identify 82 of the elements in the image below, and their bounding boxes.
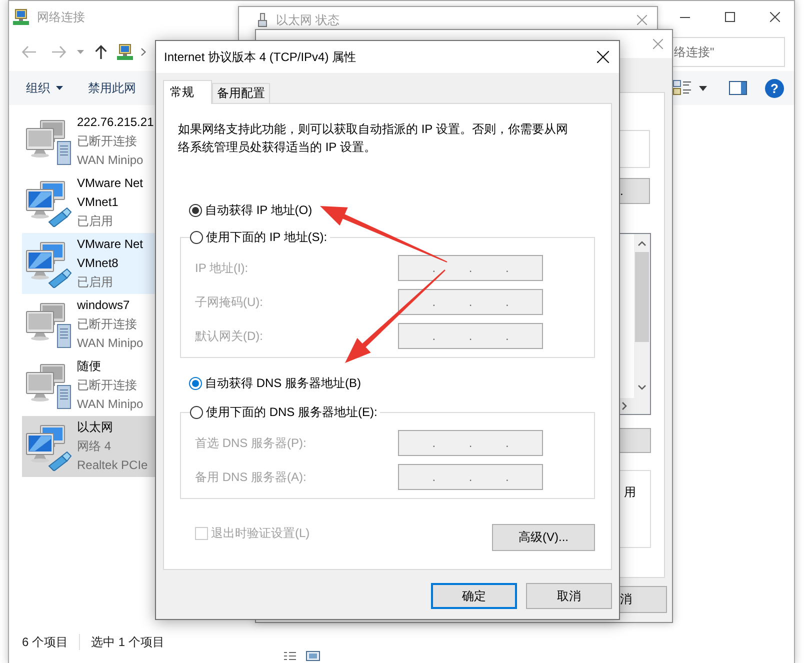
item-detail: 已断开连接 — [77, 316, 138, 333]
maximize-icon[interactable] — [725, 12, 735, 22]
close-icon[interactable] — [770, 12, 780, 22]
item-name: VMnet8 — [77, 255, 120, 272]
item-detail: WAN Minipo — [77, 335, 144, 352]
dialog-title: Internet 协议版本 4 (TCP/IPv4) 属性 — [164, 48, 356, 66]
window-title: 以太网 状态 — [276, 12, 340, 28]
computers-server-icon — [25, 362, 73, 410]
close-icon[interactable] — [597, 51, 609, 63]
list-item[interactable]: 222.76.215.21 已断开连接 WAN Minipo — [22, 111, 155, 172]
item-detail: 已断开连接 — [77, 377, 138, 394]
radio-label[interactable]: 自动获得 DNS 服务器地址(B) — [205, 374, 361, 392]
description-text: 用 — [624, 484, 636, 500]
radio-button[interactable] — [190, 230, 203, 244]
computers-server-icon — [25, 118, 73, 166]
network-adapter-icon — [258, 13, 267, 27]
radio-button[interactable] — [189, 376, 202, 390]
tab[interactable]: 常规 — [163, 80, 212, 104]
cancel-button[interactable]: 消 — [619, 586, 667, 613]
radio-label[interactable]: 使用下面的 IP 地址(S): — [206, 228, 328, 246]
item-count: 6 个项目 — [22, 634, 68, 650]
scroll-down-icon[interactable] — [638, 385, 646, 390]
item-detail: Realtek PCIe — [77, 457, 148, 474]
item-name: 以太网 — [77, 419, 114, 436]
up-arrow-icon[interactable] — [95, 45, 107, 59]
list-box[interactable] — [619, 233, 651, 415]
item-name: VMware Net — [77, 175, 144, 192]
help-button[interactable]: ? — [765, 78, 784, 98]
network-connections-icon — [13, 9, 29, 25]
list-item[interactable]: VMware Net VMnet8 已启用 — [22, 233, 155, 294]
radio-button[interactable] — [190, 406, 203, 418]
large-icons-view-icon[interactable] — [306, 651, 320, 661]
item-name: windows7 — [77, 297, 131, 314]
computers-server-icon — [25, 300, 73, 348]
item-detail: WAN Minipo — [77, 152, 144, 169]
view-options-icon[interactable] — [673, 80, 691, 96]
radio-label[interactable]: 使用下面的 DNS 服务器地址(E): — [206, 404, 378, 420]
list-item[interactable]: 以太网 网络 4 Realtek PCIe — [22, 416, 155, 477]
list-item[interactable]: VMware Net VMnet1 已启用 — [22, 172, 155, 233]
toolbar-button[interactable]: 禁用此网 — [84, 76, 140, 100]
computers-plug-icon — [25, 178, 73, 226]
item-name: VMware Net — [77, 236, 144, 253]
minimize-icon[interactable] — [680, 16, 690, 18]
selection-count: 选中 1 个项目 — [91, 634, 164, 650]
menu-button[interactable]: 组织 — [22, 76, 67, 100]
caret-icon — [56, 86, 63, 90]
window-button[interactable]: . — [619, 178, 650, 204]
radio-button[interactable] — [189, 204, 202, 216]
scrollbar[interactable] — [634, 234, 650, 398]
field-label: 备用 DNS 服务器(A): — [195, 468, 308, 486]
item-name: 222.76.215.21 — [77, 114, 154, 131]
scroll-up-icon[interactable] — [638, 241, 646, 246]
list-item[interactable]: windows7 已断开连接 WAN Minipo — [22, 294, 155, 355]
radio-label[interactable]: 自动获得 IP 地址(O) — [205, 202, 312, 218]
computers-plug-icon — [25, 422, 73, 470]
advanced-button[interactable]: 高级(V)... — [492, 524, 595, 551]
item-detail: 已启用 — [77, 274, 114, 291]
window-button[interactable] — [619, 428, 651, 453]
chevron-icon[interactable] — [141, 48, 146, 56]
field-label: 默认网关(D): — [195, 328, 264, 344]
item-detail: 已启用 — [77, 213, 114, 230]
caret-icon[interactable] — [699, 86, 707, 90]
item-name: 随便 — [77, 358, 102, 375]
cancel-button[interactable]: 取消 — [526, 583, 612, 609]
item-name: VMnet1 — [77, 194, 120, 211]
field-label: IP 地址(I): — [195, 260, 250, 276]
list-item[interactable]: 随便 已断开连接 WAN Minipo — [22, 355, 155, 416]
scroll-right-icon[interactable] — [622, 402, 627, 410]
ok-button[interactable]: 确定 — [431, 583, 517, 609]
tab[interactable]: 备用配置 — [212, 83, 270, 103]
network-connections-icon[interactable] — [117, 44, 133, 60]
preview-pane-icon[interactable] — [729, 81, 747, 95]
description-text: 如果网络支持此功能，则可以获取自动指派的 IP 设置。否则，你需要从网络系统管理员处获得适当的 IP 设置。 — [178, 121, 569, 156]
computers-plug-icon — [25, 240, 73, 288]
scrollbar-thumb[interactable] — [635, 252, 649, 342]
item-detail: 网络 4 — [77, 438, 112, 455]
item-detail: 已断开连接 — [77, 133, 138, 150]
item-detail: WAN Minipo — [77, 396, 144, 413]
window-title: 网络连接 — [37, 8, 85, 26]
field-label: 首选 DNS 服务器(P): — [195, 434, 308, 452]
details-view-icon[interactable] — [284, 651, 296, 661]
field-label: 子网掩码(U): — [195, 294, 264, 310]
